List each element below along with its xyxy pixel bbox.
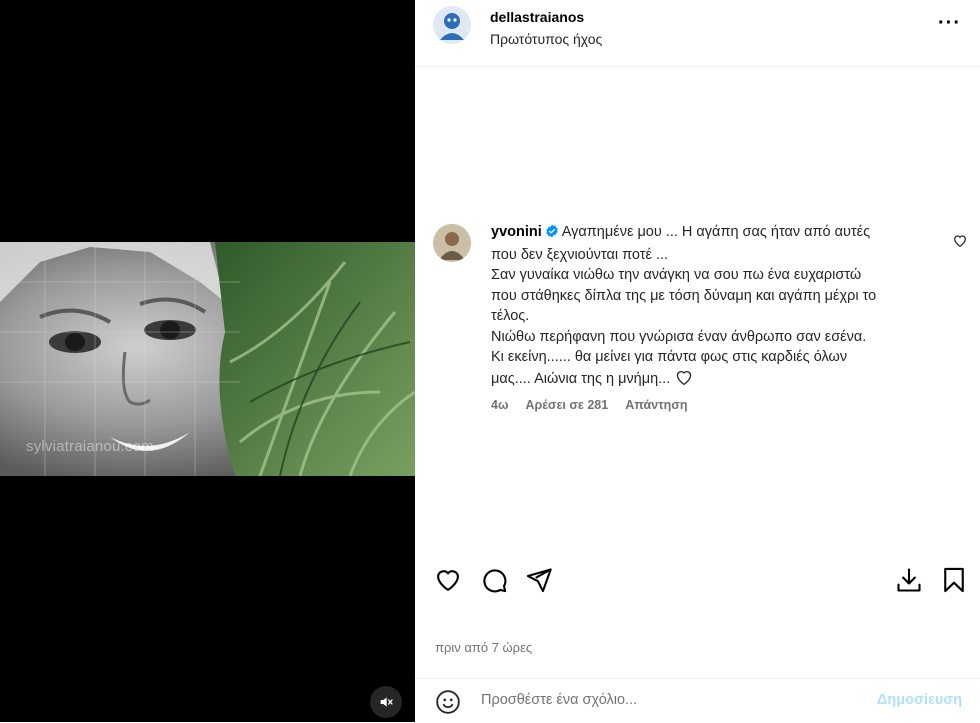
avatar-image — [433, 224, 471, 262]
comment-line-1: Αγαπημένε μου ... Η αγάπη σας ήταν από α… — [561, 224, 871, 240]
post-timestamp[interactable]: πριν από 7 ώρες — [435, 640, 532, 655]
post-comment-button[interactable]: Δημοσίευση — [877, 692, 962, 708]
comment-age: 4ω — [491, 398, 509, 412]
post-actions — [415, 566, 980, 600]
comment-bubble-icon — [483, 569, 507, 593]
comment-reply-button[interactable]: Απάντηση — [625, 398, 687, 412]
video-watermark: sylviatraianou.com — [26, 438, 154, 455]
comment-like-button[interactable] — [953, 234, 967, 253]
author-username[interactable]: dellastraianos — [490, 9, 584, 25]
video-player[interactable]: sylviatraianou.com — [0, 0, 415, 722]
download-button[interactable] — [895, 566, 923, 599]
instagram-post-modal: sylviatraianou.com dellastraianos Πρωτότ… — [0, 0, 980, 722]
emoji-button[interactable] — [435, 689, 461, 720]
post-panel: dellastraianos Πρωτότυπος ήχος ··· yvoni… — [415, 0, 980, 722]
download-icon — [897, 568, 921, 592]
comment-composer: Δημοσίευση — [415, 678, 980, 723]
commenter-avatar[interactable] — [433, 224, 471, 262]
share-button[interactable] — [525, 566, 553, 599]
comment-likes-link[interactable]: Αρέσει σε 281 — [526, 398, 609, 412]
heart-icon — [954, 235, 966, 248]
bookmark-icon — [944, 567, 964, 593]
more-options-button[interactable]: ··· — [938, 13, 961, 33]
comment-line-4: που στάθηκες δίπλα της με τόση δύναμη κα… — [491, 287, 877, 304]
heart-icon — [437, 570, 459, 592]
comment-button[interactable] — [480, 566, 508, 599]
smiley-icon — [436, 690, 460, 714]
paper-plane-icon — [526, 568, 552, 593]
comment-line-2: που δεν ξεχνιούνται ποτέ ... — [491, 246, 669, 263]
comment-line-3: Σαν γυναίκα νιώθω την ανάγκη να σου πω έ… — [491, 267, 862, 283]
comment-line-5: τέλος. — [491, 308, 530, 324]
like-button[interactable] — [434, 566, 462, 599]
comment-line-6: Νιώθω περήφανη που γνώρισα έναν άνθρωπο … — [491, 328, 867, 345]
author-avatar[interactable] — [433, 6, 471, 44]
speaker-muted-icon — [380, 697, 393, 707]
save-button[interactable] — [940, 566, 968, 599]
comment-meta: 4ω Αρέσει σε 281 Απάντηση — [491, 398, 702, 412]
comment-line-7: Κι εκείνη...... θα μείνει για πάντα φως … — [491, 349, 848, 365]
avatar-image — [433, 6, 471, 44]
comment-line-8: μας.... Αιώνια της η μνήμη... — [491, 370, 671, 387]
mute-button[interactable] — [370, 686, 402, 718]
verified-badge-icon — [545, 224, 559, 245]
comment-text: yvonini Αγαπημένε μου ... Η αγάπη σας ήτα… — [491, 222, 956, 389]
commenter-username[interactable]: yvonini — [491, 224, 542, 240]
heart-emoji-icon — [677, 370, 692, 385]
comment-input[interactable] — [479, 691, 863, 709]
post-header: dellastraianos Πρωτότυπος ήχος ··· — [415, 0, 980, 67]
original-audio-link[interactable]: Πρωτότυπος ήχος — [490, 31, 602, 47]
